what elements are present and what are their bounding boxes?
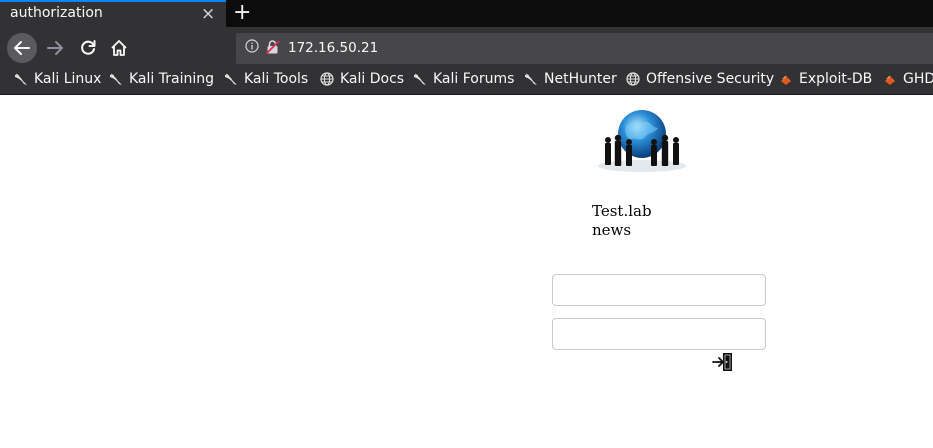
bookmark-label: Kali Docs [340,71,405,87]
kali-dragon-icon [225,73,237,85]
username-input[interactable] [552,274,766,306]
url-bar[interactable]: 172.16.50.21 [236,33,933,64]
bookmark-label: Kali Training [129,71,214,87]
forward-button[interactable] [41,33,71,63]
home-button[interactable] [104,33,134,63]
home-icon [111,40,127,56]
bookmark-kali-linux[interactable]: Kali Linux [14,71,101,87]
site-title: Test.lab news [592,202,652,239]
globe-icon [320,72,334,86]
new-tab-button[interactable]: + [233,1,251,25]
tab-close-icon[interactable]: × [201,4,215,24]
bookmark-label: NetHunter [544,71,617,87]
tab-strip: authorization × + [0,0,933,27]
bookmark-offensive-security[interactable]: Offensive Security [626,71,774,87]
insecure-lock-icon[interactable] [265,39,281,55]
kali-dragon-icon [15,73,27,85]
reload-button[interactable] [73,33,103,63]
url-text: 172.16.50.21 [288,40,379,56]
globe-icon [626,72,640,86]
site-logo [592,104,691,180]
back-arrow-icon [14,41,30,55]
kali-dragon-icon [110,73,122,85]
sign-in-icon[interactable] [712,352,734,372]
bookmark-exploit-db[interactable]: Exploit-DB [779,71,872,87]
bookmark-label: Offensive Security [646,71,775,87]
tab-authorization[interactable]: authorization × [0,0,226,27]
bookmark-kali-forums[interactable]: Kali Forums [413,71,514,87]
bookmark-label: GHDB [903,71,933,87]
forward-arrow-icon [47,41,63,55]
exploitdb-icon [885,75,895,85]
tab-title: authorization [10,5,103,21]
bookmark-label: Kali Tools [244,71,309,87]
bookmark-ghdb[interactable]: GHDB [883,71,933,87]
exploitdb-icon [781,75,791,85]
bookmark-kali-tools[interactable]: Kali Tools [224,71,308,87]
kali-dragon-icon [414,73,426,85]
bookmark-label: Kali Forums [433,71,515,87]
kali-dragon-icon [525,73,537,85]
bookmarks-toolbar: Kali Linux Kali Training Kali Tools Kali… [0,68,933,95]
bookmark-kali-training[interactable]: Kali Training [109,71,214,87]
info-icon[interactable] [245,39,259,53]
password-input[interactable] [552,318,766,350]
bookmark-nethunter[interactable]: NetHunter [524,71,617,87]
bookmark-label: Kali Linux [34,71,102,87]
back-button[interactable] [7,33,37,63]
reload-icon [81,40,96,55]
bookmark-label: Exploit-DB [799,71,873,87]
bookmark-kali-docs[interactable]: Kali Docs [320,71,404,87]
